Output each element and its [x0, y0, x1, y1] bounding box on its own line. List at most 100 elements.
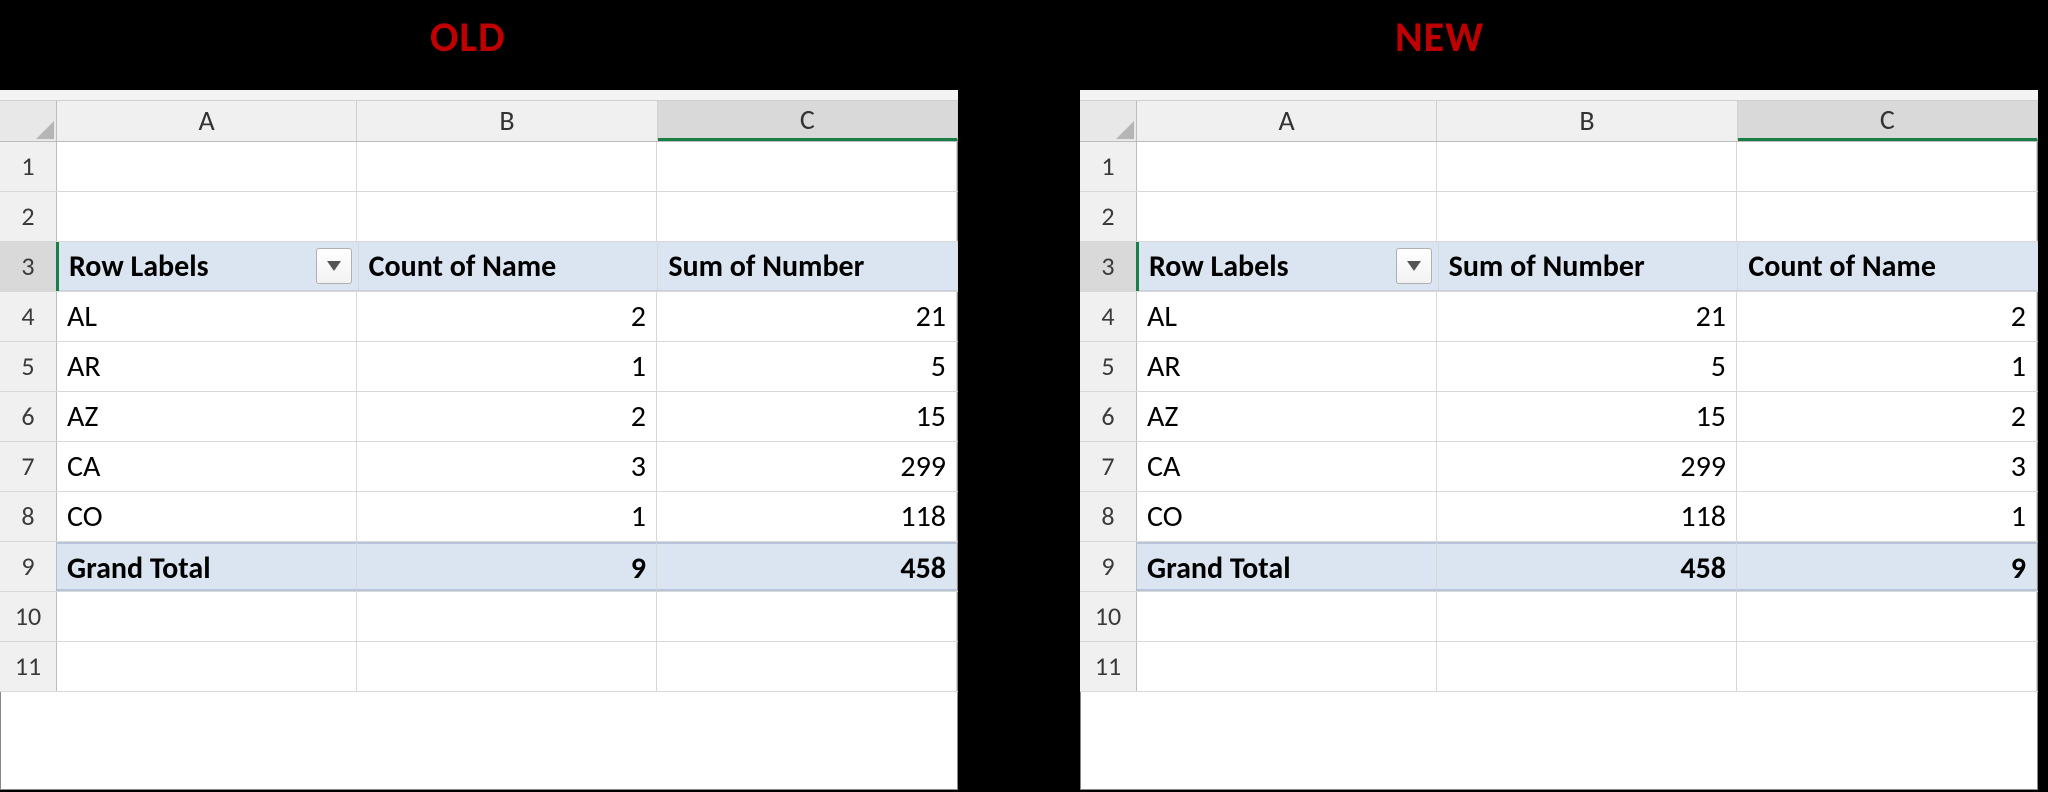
row-header[interactable]: 10 — [1080, 592, 1137, 641]
cell[interactable] — [1137, 592, 1437, 641]
grand-total-b[interactable]: 458 — [1437, 542, 1737, 591]
row-header[interactable]: 9 — [0, 542, 57, 591]
filter-dropdown-button[interactable] — [316, 248, 352, 284]
row-header[interactable]: 1 — [0, 142, 57, 191]
cell[interactable]: 1 — [357, 342, 657, 391]
cell[interactable]: 118 — [657, 492, 957, 541]
row-header[interactable]: 4 — [0, 292, 57, 341]
row-header[interactable]: 6 — [0, 392, 57, 441]
cell[interactable] — [1737, 592, 2037, 641]
cell[interactable]: AR — [1137, 342, 1437, 391]
cell[interactable] — [657, 192, 957, 241]
cell[interactable] — [1437, 592, 1737, 641]
cell[interactable] — [657, 592, 957, 641]
cell[interactable]: 21 — [657, 292, 957, 341]
title-old: OLD — [430, 12, 506, 63]
grand-total-c[interactable]: 458 — [657, 542, 957, 591]
cell[interactable] — [1137, 192, 1437, 241]
cell[interactable] — [57, 192, 357, 241]
cell[interactable] — [357, 142, 657, 191]
cell[interactable] — [357, 592, 657, 641]
spreadsheet-old: A B C 1 2 3 Row Labels Count of Name Sum… — [0, 90, 958, 790]
cell[interactable] — [657, 642, 957, 691]
cell[interactable]: 2 — [1737, 392, 2037, 441]
pivot-col-b-header[interactable]: Sum of Number — [1439, 242, 1739, 291]
col-header-C[interactable]: C — [658, 101, 958, 141]
cell[interactable] — [357, 642, 657, 691]
cell[interactable]: 118 — [1437, 492, 1737, 541]
cell[interactable]: 15 — [657, 392, 957, 441]
row-header[interactable]: 4 — [1080, 292, 1137, 341]
cell[interactable]: CO — [57, 492, 357, 541]
select-all-corner[interactable] — [0, 101, 57, 141]
cell[interactable] — [57, 592, 357, 641]
cell[interactable] — [357, 192, 657, 241]
cell[interactable] — [57, 642, 357, 691]
row-header[interactable]: 5 — [0, 342, 57, 391]
cell[interactable]: 21 — [1437, 292, 1737, 341]
col-header-A[interactable]: A — [57, 101, 357, 141]
row-header[interactable]: 7 — [1080, 442, 1137, 491]
cell[interactable] — [1437, 192, 1737, 241]
row-header[interactable]: 6 — [1080, 392, 1137, 441]
cell[interactable] — [1437, 642, 1737, 691]
cell[interactable] — [1437, 142, 1737, 191]
row-header[interactable]: 9 — [1080, 542, 1137, 591]
pivot-rowlabels-header[interactable]: Row Labels — [59, 242, 359, 291]
cell[interactable]: 2 — [357, 292, 657, 341]
cell[interactable] — [1737, 142, 2037, 191]
col-header-C[interactable]: C — [1738, 101, 2038, 141]
row-header[interactable]: 11 — [0, 642, 57, 691]
row-header[interactable]: 1 — [1080, 142, 1137, 191]
cell[interactable]: 2 — [1737, 292, 2037, 341]
col-header-A[interactable]: A — [1137, 101, 1437, 141]
cell[interactable] — [657, 142, 957, 191]
row-header[interactable]: 7 — [0, 442, 57, 491]
cell[interactable]: CA — [57, 442, 357, 491]
cell[interactable]: 1 — [1737, 492, 2037, 541]
grand-total-b[interactable]: 9 — [357, 542, 657, 591]
col-header-B[interactable]: B — [357, 101, 657, 141]
cell[interactable]: 15 — [1437, 392, 1737, 441]
cell[interactable] — [57, 142, 357, 191]
cell[interactable]: 299 — [657, 442, 957, 491]
cell[interactable]: 1 — [357, 492, 657, 541]
grand-total-c[interactable]: 9 — [1737, 542, 2037, 591]
cell[interactable]: 5 — [657, 342, 957, 391]
row-header[interactable]: 5 — [1080, 342, 1137, 391]
cell[interactable] — [1137, 642, 1437, 691]
cell[interactable]: 5 — [1437, 342, 1737, 391]
cell[interactable]: CA — [1137, 442, 1437, 491]
grand-total-label[interactable]: Grand Total — [1137, 542, 1437, 591]
row-header[interactable]: 2 — [0, 192, 57, 241]
pivot-rowlabels-header[interactable]: Row Labels — [1139, 242, 1439, 291]
cell[interactable]: CO — [1137, 492, 1437, 541]
select-all-corner[interactable] — [1080, 101, 1137, 141]
cell[interactable]: 3 — [1737, 442, 2037, 491]
cell[interactable] — [1137, 142, 1437, 191]
cell[interactable]: 3 — [357, 442, 657, 491]
row-header[interactable]: 2 — [1080, 192, 1137, 241]
pivot-col-c-header[interactable]: Count of Name — [1738, 242, 2038, 291]
cell[interactable] — [1737, 192, 2037, 241]
cell[interactable]: AZ — [1137, 392, 1437, 441]
row-header[interactable]: 8 — [1080, 492, 1137, 541]
col-header-B[interactable]: B — [1437, 101, 1737, 141]
cell[interactable] — [1737, 642, 2037, 691]
row-header[interactable]: 3 — [1080, 242, 1139, 291]
cell[interactable]: 2 — [357, 392, 657, 441]
grand-total-label[interactable]: Grand Total — [57, 542, 357, 591]
cell[interactable]: AR — [57, 342, 357, 391]
cell[interactable]: 299 — [1437, 442, 1737, 491]
cell[interactable]: 1 — [1737, 342, 2037, 391]
row-header[interactable]: 8 — [0, 492, 57, 541]
cell[interactable]: AL — [1137, 292, 1437, 341]
cell[interactable]: AL — [57, 292, 357, 341]
row-header[interactable]: 11 — [1080, 642, 1137, 691]
row-header[interactable]: 10 — [0, 592, 57, 641]
row-header[interactable]: 3 — [0, 242, 59, 291]
pivot-col-b-header[interactable]: Count of Name — [359, 242, 659, 291]
cell[interactable]: AZ — [57, 392, 357, 441]
filter-dropdown-button[interactable] — [1396, 248, 1432, 284]
pivot-col-c-header[interactable]: Sum of Number — [658, 242, 958, 291]
